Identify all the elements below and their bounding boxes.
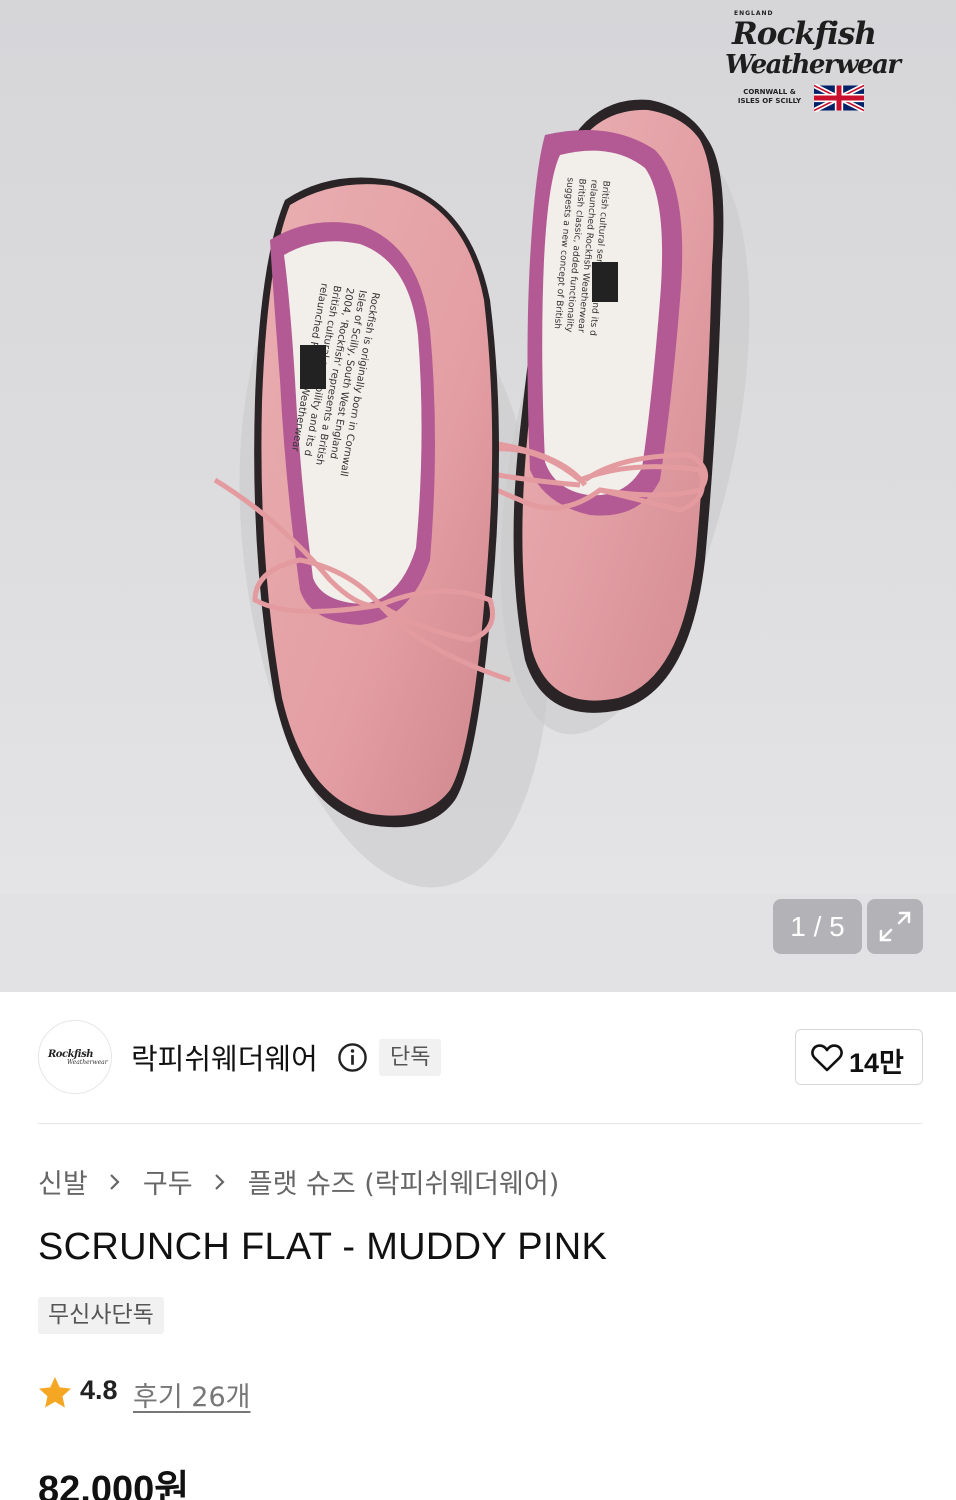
like-button[interactable]: 14만: [795, 1029, 923, 1085]
product-title: SCRUNCH FLAT - MUDDY PINK: [38, 1226, 608, 1268]
union-jack-icon: [814, 84, 864, 112]
logo-weatherwear: Weatherwear: [725, 50, 901, 80]
breadcrumb-item-shoes[interactable]: 신발: [38, 1162, 88, 1201]
image-counter: 1 / 5: [773, 899, 862, 954]
left-shoe: Rockfish is originally born in Cornwall …: [213, 177, 511, 828]
chevron-right-icon: [102, 1161, 128, 1201]
info-icon[interactable]: [337, 1042, 368, 1073]
avatar-weatherwear: Weatherwear: [67, 1059, 108, 1066]
exclusive-badge: 단독: [379, 1039, 442, 1076]
product-price: 82,000원: [38, 1469, 190, 1500]
expand-button[interactable]: [867, 899, 923, 954]
shoes-illustration: British cultural sensibility and its d r…: [213, 99, 750, 888]
musinsa-exclusive-tag: 무신사단독: [38, 1297, 164, 1334]
product-image-gallery[interactable]: British cultural sensibility and its d r…: [0, 0, 956, 992]
logo-rockfish: Rockfish: [732, 16, 877, 52]
product-photo[interactable]: British cultural sensibility and its d r…: [0, 0, 956, 895]
chevron-right-icon: [207, 1161, 233, 1201]
breadcrumb-item-flat-shoes[interactable]: 플랫 슈즈 (락피쉬웨더웨어): [248, 1162, 559, 1201]
breadcrumb-item-dress-shoes[interactable]: 구두: [143, 1162, 193, 1201]
rating-score: 4.8: [80, 1375, 118, 1405]
breadcrumb: 신발 구두 플랫 슈즈 (락피쉬웨더웨어): [38, 1161, 559, 1201]
brand-avatar[interactable]: Rockfish Weatherwear: [38, 1020, 112, 1094]
like-count: 14만: [849, 1048, 904, 1078]
heart-icon: [811, 1044, 843, 1072]
logo-tagline: CORNWALL & ISLES OF SCILLY: [737, 88, 802, 105]
expand-icon: [879, 911, 911, 942]
star-icon: [39, 1377, 71, 1408]
brand-name-link[interactable]: 락피쉬웨더웨어: [131, 1036, 318, 1078]
brand-row: Rockfish Weatherwear 락피쉬웨더웨어 단독 14만: [38, 1020, 924, 1094]
section-divider: [38, 1123, 922, 1124]
brand-logo-overlay: ENGLAND Rockfish Weatherwear CORNWALL & …: [722, 8, 902, 112]
reviews-link[interactable]: 후기 26개: [133, 1375, 250, 1414]
